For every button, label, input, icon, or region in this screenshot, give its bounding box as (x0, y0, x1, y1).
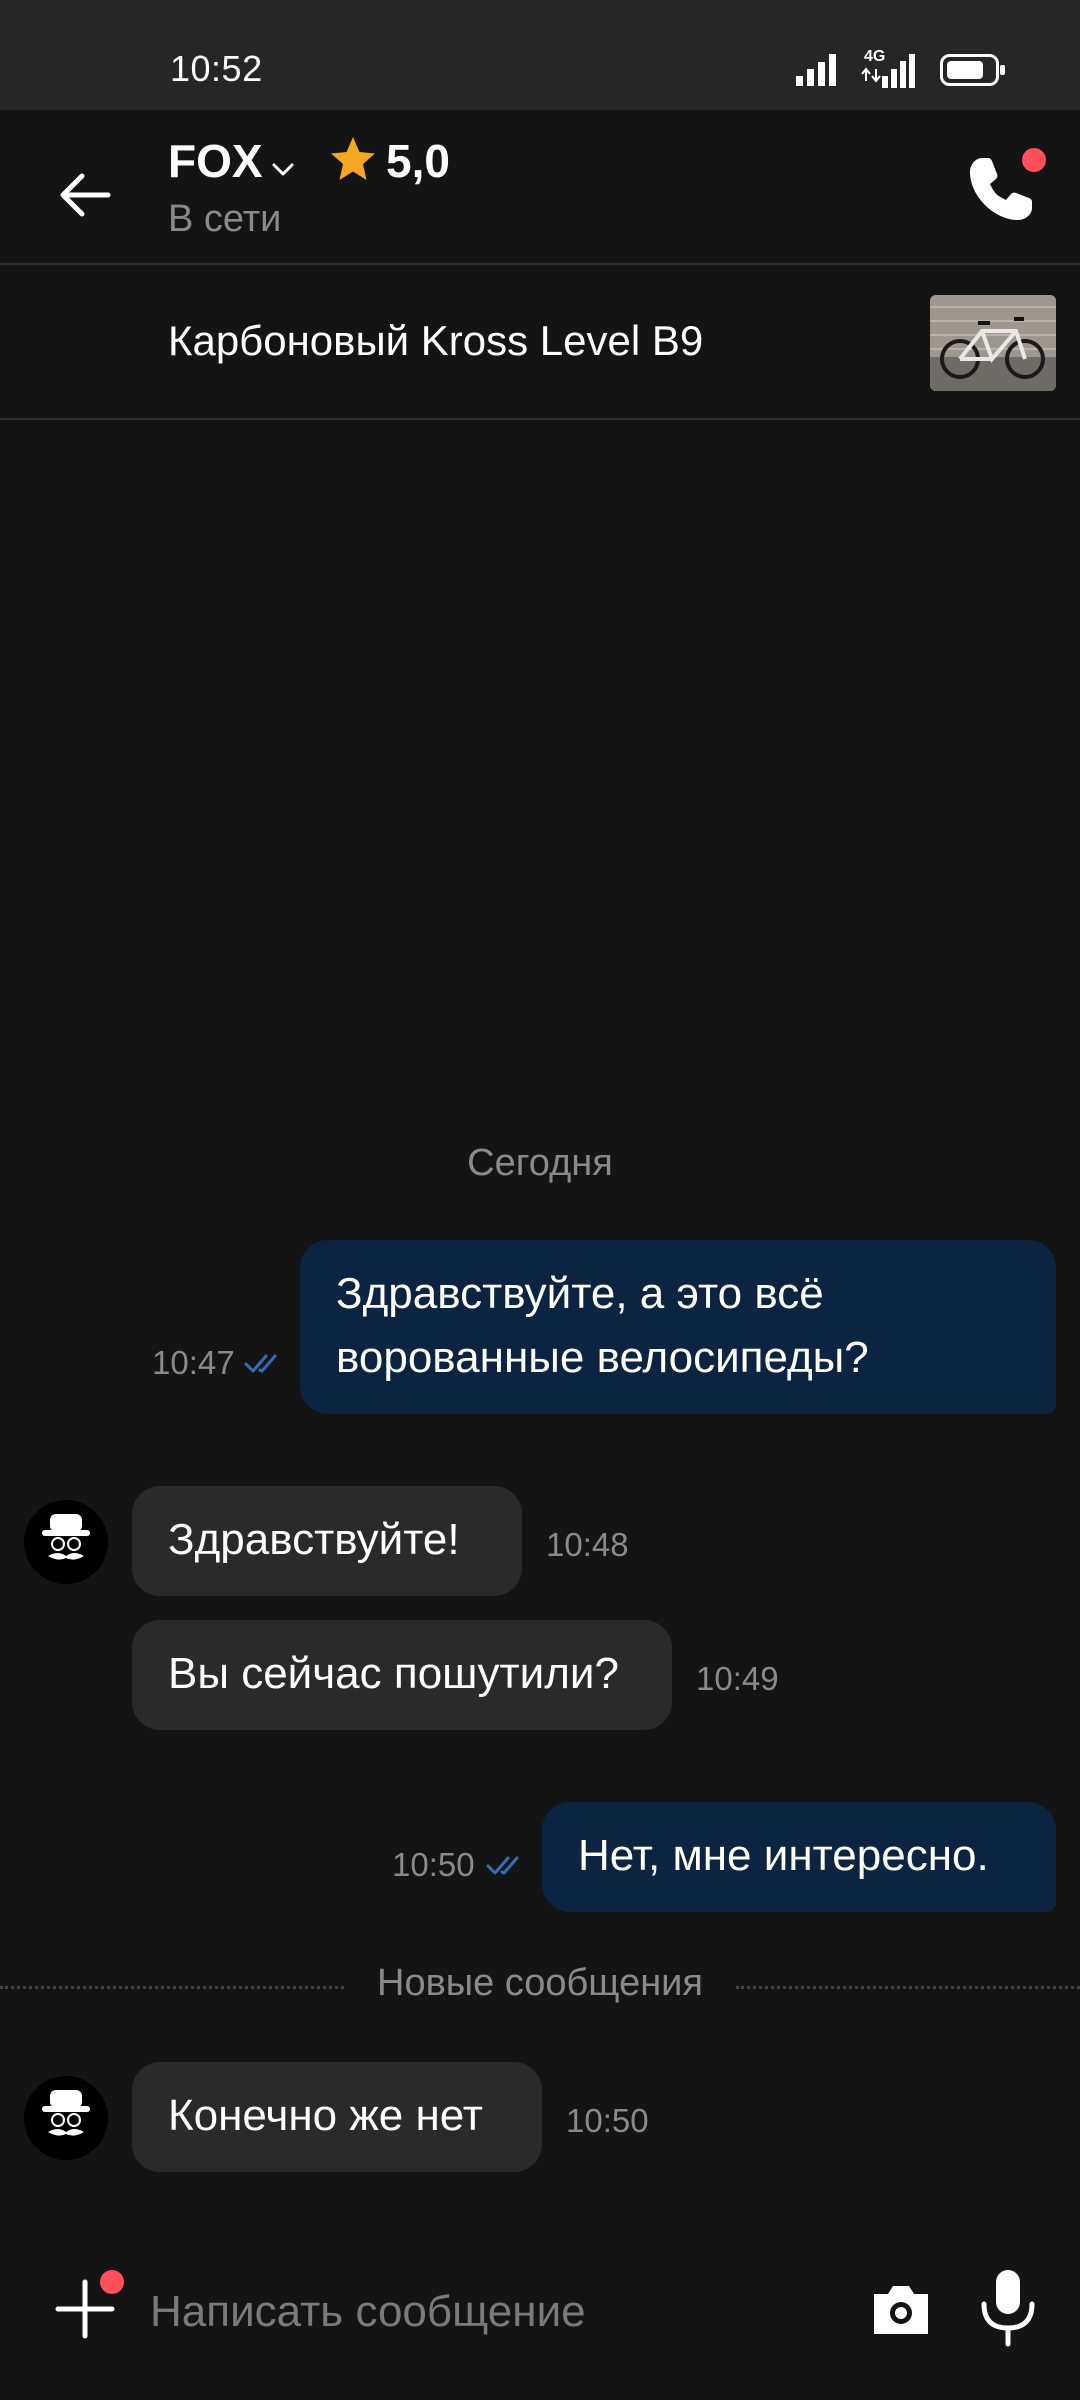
message-input[interactable] (150, 2270, 830, 2354)
message-time: 10:47 (152, 1344, 235, 1381)
gentleman-avatar-icon (24, 1500, 108, 1584)
call-notification-dot (1022, 148, 1046, 172)
gentleman-avatar-icon (24, 2076, 108, 2160)
chat-header: FOX 5,0 В сети (0, 110, 1080, 265)
message-time: 10:50 (392, 1846, 475, 1883)
message-text: Здравствуйте! (168, 1515, 460, 1564)
chat-screen: 10:52 4G FOX 5,0 В сети Карбоновый Kross… (0, 0, 1080, 2400)
new-messages-label: Новые сообщения (377, 1962, 703, 2004)
double-check-icon (244, 1354, 277, 1373)
signal-icon (796, 54, 836, 86)
message-time: 10:50 (566, 2102, 649, 2139)
new-messages-separator: Новые сообщения (0, 1962, 1080, 2012)
seller-avatar[interactable] (24, 1500, 108, 1584)
back-arrow-icon[interactable] (50, 160, 120, 230)
message-text: Вы сейчас пошутили? (168, 1649, 619, 1698)
microphone-icon[interactable] (976, 2266, 1040, 2350)
separator-line-right (736, 1986, 1080, 1989)
message-composer (0, 2230, 1080, 2400)
battery-icon (940, 54, 1005, 86)
star-icon (331, 137, 375, 180)
outgoing-message-bubble[interactable]: Здравствуйте, а это всё ворованные велос… (300, 1240, 1056, 1414)
seller-rating: 5,0 (386, 135, 450, 187)
message-text: Нет, мне интересно. (578, 1831, 989, 1880)
status-time: 10:52 (170, 48, 263, 89)
double-check-icon (486, 1856, 519, 1875)
status-icons: 4G (796, 48, 1006, 90)
message-time: 10:49 (696, 1660, 779, 1697)
listing-row[interactable]: Карбоновый Kross Level B9 (0, 265, 1080, 420)
bicycle-photo (930, 295, 1056, 391)
chevron-down-icon[interactable] (268, 154, 298, 184)
listing-title[interactable]: Карбоновый Kross Level B9 (168, 317, 703, 365)
seller-avatar[interactable] (24, 2076, 108, 2160)
attach-notification-dot (100, 2270, 124, 2294)
incoming-message-bubble[interactable]: Вы сейчас пошутили? (132, 1620, 672, 1730)
message-text-line: ворованные велосипеды? (336, 1333, 869, 1382)
message-text-line: Здравствуйте, а это всё (336, 1269, 824, 1318)
listing-thumbnail[interactable] (930, 295, 1056, 391)
outgoing-message-bubble[interactable]: Нет, мне интересно. (542, 1802, 1056, 1912)
incoming-message-bubble[interactable]: Конечно же нет (132, 2062, 542, 2172)
online-status: В сети (168, 198, 282, 240)
status-bar: 10:52 4G (0, 0, 1080, 110)
incoming-message-bubble[interactable]: Здравствуйте! (132, 1486, 522, 1596)
seller-name[interactable]: FOX (168, 134, 263, 188)
camera-icon[interactable] (866, 2274, 936, 2344)
message-text: Конечно же нет (168, 2091, 483, 2140)
message-time: 10:48 (546, 1526, 629, 1563)
network-4g-icon: 4G (860, 48, 920, 88)
day-separator: Сегодня (467, 1142, 613, 1184)
